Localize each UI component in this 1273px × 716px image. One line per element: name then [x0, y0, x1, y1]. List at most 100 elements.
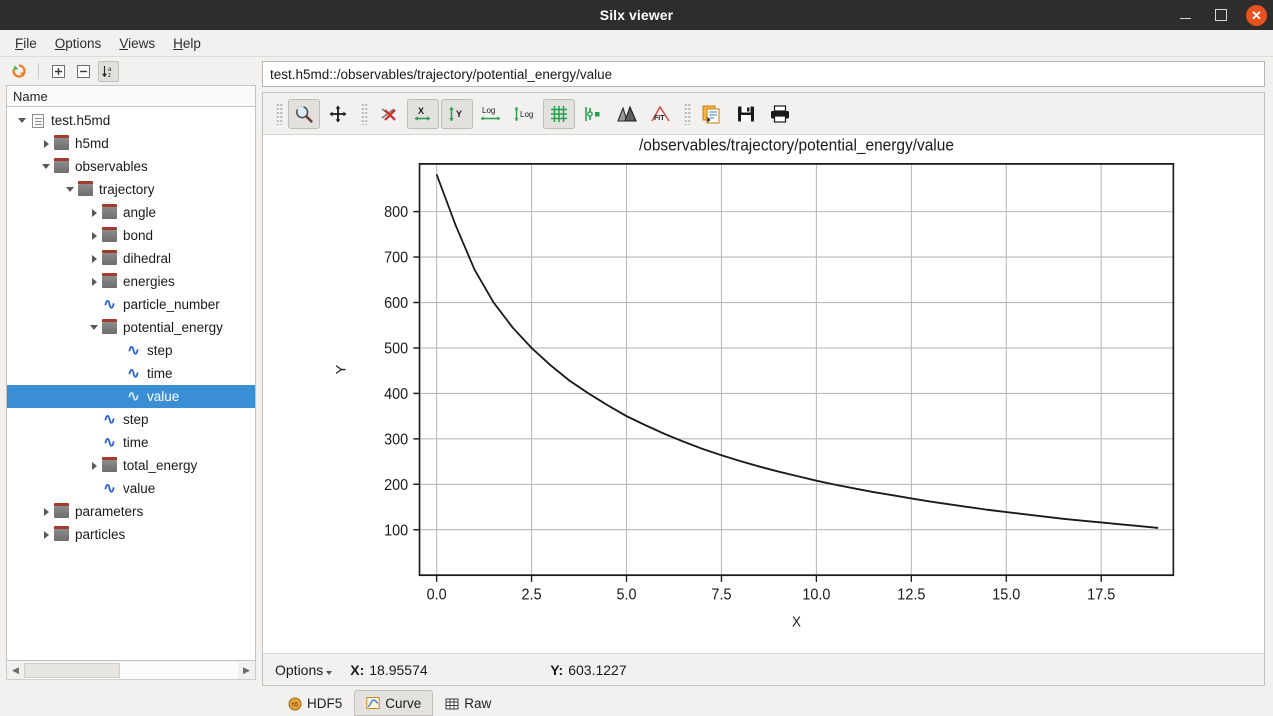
x-log-icon[interactable]: Log — [475, 99, 507, 129]
chevron-down-icon[interactable] — [63, 187, 77, 192]
chevron-down-icon[interactable] — [87, 325, 101, 330]
tree-item-time[interactable]: ∿ time — [7, 431, 255, 454]
tab-hdf5-label: HDF5 — [307, 696, 343, 711]
tree-item-parameters[interactable]: parameters — [7, 500, 255, 523]
menu-views[interactable]: Views — [110, 33, 164, 54]
scroll-track[interactable] — [24, 661, 238, 679]
silx-viewer-window: Silx viewer ✕ File Options Views Help a … — [0, 0, 1273, 716]
curve-series-0[interactable] — [435, 173, 1159, 529]
table-icon — [445, 697, 459, 711]
toolbar-drag-handle-3[interactable] — [684, 102, 691, 125]
menu-options[interactable]: Options — [46, 33, 111, 54]
tree-item-bond[interactable]: bond — [7, 224, 255, 247]
zoom-mode-icon[interactable] — [288, 98, 320, 129]
dataset-icon: ∿ — [103, 296, 116, 313]
tab-raw-label: Raw — [464, 696, 492, 711]
plot-canvas[interactable]: /observables/trajectory/potential_energy… — [263, 135, 1264, 653]
tree-item-value[interactable]: ∿ value — [7, 385, 255, 408]
x-autoscale-icon[interactable]: X — [407, 98, 439, 129]
x-tick-label: 7.5 — [711, 586, 731, 604]
tab-curve[interactable]: Curve — [354, 690, 434, 716]
tree-item-trajectory[interactable]: trajectory — [7, 178, 255, 201]
tree-scroll-area[interactable]: test.h5md h5md observables trajectory angle b… — [6, 107, 256, 661]
tab-hdf5[interactable]: h5 HDF5 — [276, 690, 354, 716]
tree-item-energies[interactable]: energies — [7, 270, 255, 293]
group-icon — [53, 526, 70, 542]
tree-item-test.h5md[interactable]: test.h5md — [7, 109, 255, 132]
print-icon[interactable] — [764, 99, 796, 129]
group-icon — [101, 227, 118, 243]
collapse-all-icon[interactable] — [73, 61, 94, 82]
maximize-button[interactable] — [1210, 4, 1232, 26]
dataset-path-bar[interactable]: test.h5md::/observables/trajectory/poten… — [262, 61, 1265, 87]
chevron-down-icon — [326, 670, 333, 675]
tree-item-total-energy[interactable]: total_energy — [7, 454, 255, 477]
chevron-down-icon[interactable] — [15, 118, 29, 123]
tree-item-label: total_energy — [123, 458, 198, 473]
chevron-right-icon[interactable] — [39, 530, 53, 539]
chevron-right-icon[interactable] — [39, 139, 53, 148]
plot-options-button[interactable]: Options — [275, 662, 333, 678]
chevron-right-icon[interactable] — [39, 507, 53, 516]
tree-column-header-name[interactable]: Name — [6, 85, 256, 107]
menu-help[interactable]: Help — [164, 33, 210, 54]
tree-item-dihedral[interactable]: dihedral — [7, 247, 255, 270]
tree-item-particles[interactable]: particles — [7, 523, 255, 546]
plot-frame — [418, 163, 1175, 577]
chevron-down-icon[interactable] — [39, 164, 53, 169]
curve-style-icon[interactable] — [577, 99, 609, 129]
scroll-right-icon[interactable]: ▶ — [238, 662, 255, 679]
fit-icon[interactable]: FIT — [645, 99, 677, 129]
tree-item-observables[interactable]: observables — [7, 155, 255, 178]
close-button[interactable]: ✕ — [1246, 4, 1267, 26]
tree-item-label: particle_number — [123, 297, 220, 312]
chevron-right-icon[interactable] — [87, 208, 101, 217]
plot-status-bar: Options X: 18.95574 Y: 603.1227 — [263, 653, 1264, 685]
tree-item-angle[interactable]: angle — [7, 201, 255, 224]
curve-view: X Y Log Log FIT /observables/trajectory/… — [262, 92, 1265, 686]
tree-item-time[interactable]: ∿ time — [7, 362, 255, 385]
minimize-button[interactable] — [1174, 4, 1196, 26]
y-tick-label: 700 — [384, 249, 408, 267]
chevron-right-icon[interactable] — [87, 461, 101, 470]
y-tick-label: 500 — [384, 340, 408, 358]
copy-icon[interactable] — [696, 99, 728, 129]
y-tick-label: 400 — [384, 385, 408, 403]
window-controls: ✕ — [1174, 0, 1267, 30]
expand-all-icon[interactable] — [48, 61, 69, 82]
scroll-left-icon[interactable]: ◀ — [7, 662, 24, 679]
chevron-right-icon[interactable] — [87, 277, 101, 286]
tree-item-step[interactable]: ∿ step — [7, 408, 255, 431]
cursor-y-readout: Y: 603.1227 — [550, 662, 626, 678]
tree-item-potential-energy[interactable]: potential_energy — [7, 316, 255, 339]
tree-item-label: trajectory — [99, 182, 155, 197]
y-log-icon[interactable]: Log — [509, 99, 541, 129]
chevron-right-icon[interactable] — [87, 254, 101, 263]
toolbar-drag-handle[interactable] — [276, 102, 283, 125]
y-autoscale-icon[interactable]: Y — [441, 98, 473, 129]
tree-item-label: test.h5md — [51, 113, 111, 128]
chevron-right-icon[interactable] — [87, 231, 101, 240]
tree-item-h5md[interactable]: h5md — [7, 132, 255, 155]
x-tick-label: 15.0 — [992, 586, 1020, 604]
toolbar-drag-handle-2[interactable] — [361, 102, 368, 125]
dataset-icon: ∿ — [127, 365, 140, 382]
save-icon[interactable] — [730, 99, 762, 129]
main-area: a z Name test.h5md h5md observables traject… — [0, 57, 1273, 686]
tree-item-step[interactable]: ∿ step — [7, 339, 255, 362]
tree-item-particle-number[interactable]: ∿ particle_number — [7, 293, 255, 316]
grid-icon[interactable] — [543, 98, 575, 129]
unselect-curve-icon[interactable] — [373, 99, 405, 129]
tab-raw[interactable]: Raw — [433, 690, 503, 716]
svg-text:Log: Log — [520, 110, 533, 119]
sort-az-icon[interactable]: a z — [98, 60, 119, 82]
pan-mode-icon[interactable] — [322, 99, 354, 129]
refresh-icon[interactable] — [8, 61, 29, 82]
plot-svg[interactable]: /observables/trajectory/potential_energy… — [263, 135, 1264, 653]
menu-file[interactable]: File — [6, 33, 46, 54]
dataset-icon: ∿ — [127, 388, 140, 405]
roi-icon[interactable] — [611, 99, 643, 129]
tree-item-value[interactable]: ∿ value — [7, 477, 255, 500]
tree-horizontal-scrollbar[interactable]: ◀ ▶ — [6, 661, 256, 680]
scroll-thumb[interactable] — [24, 662, 121, 678]
